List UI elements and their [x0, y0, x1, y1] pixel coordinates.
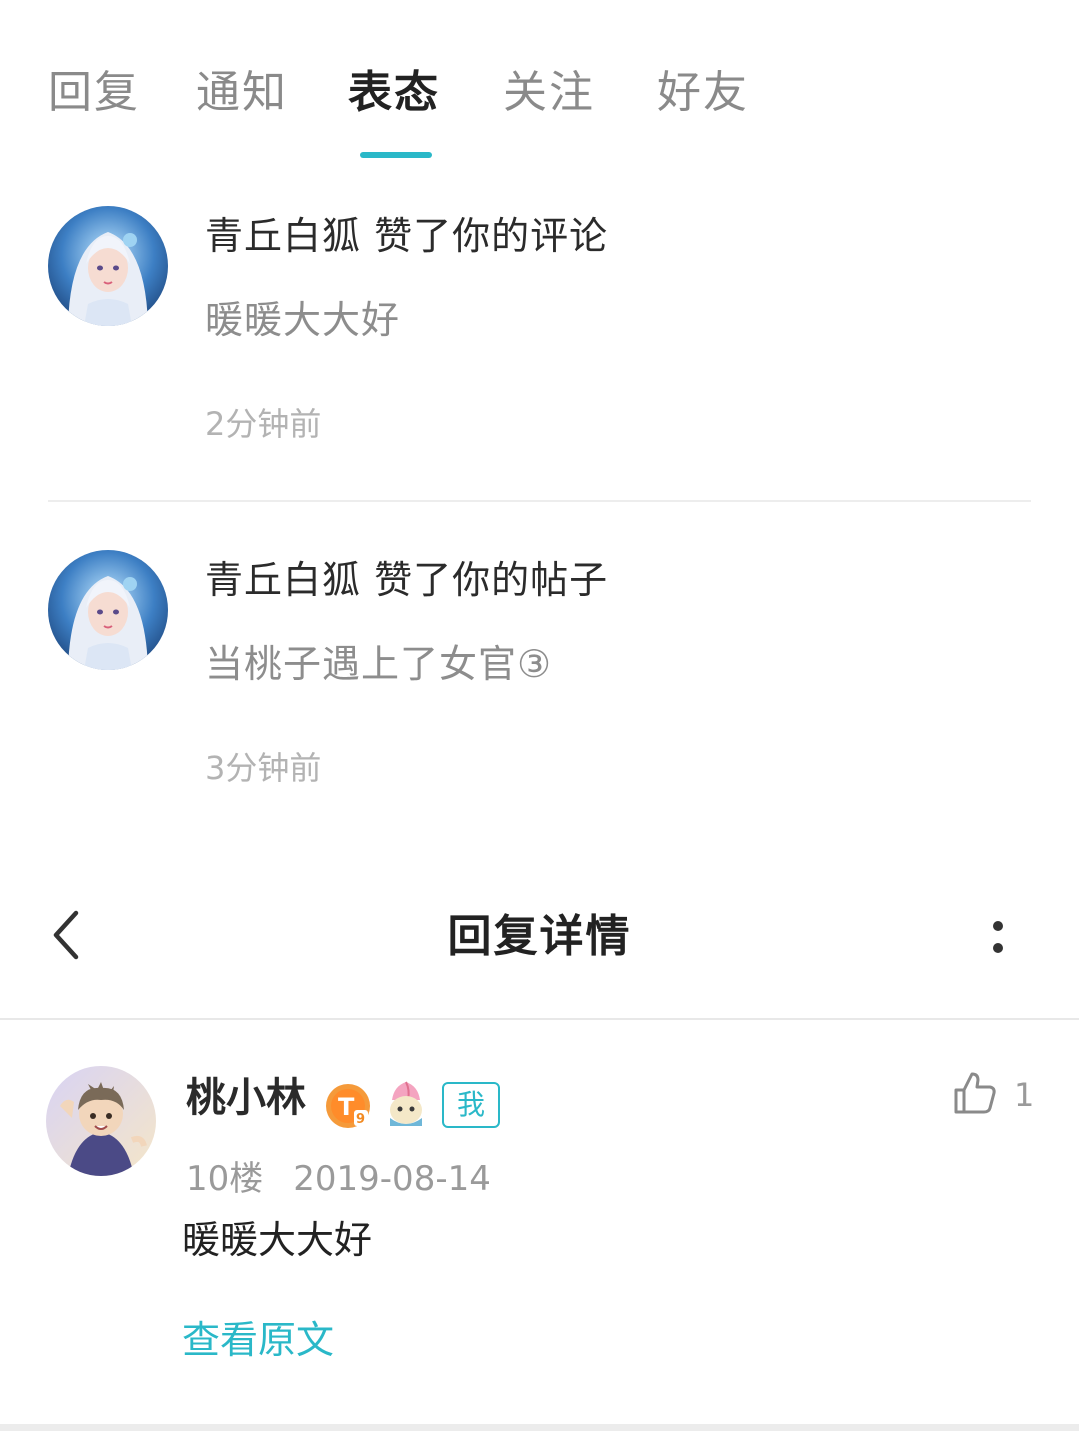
tab-follow[interactable]: 关注 [503, 60, 595, 126]
svg-text:9: 9 [356, 1112, 365, 1127]
peach-pet-icon [382, 1078, 430, 1130]
self-badge: 我 [442, 1082, 500, 1128]
notification-content[interactable]: 当桃子遇上了女官③ [205, 636, 552, 692]
avatar[interactable] [48, 550, 168, 670]
fox-avatar-image [48, 550, 168, 670]
notification-tabs: 回复 通知 表态 关注 好友 [0, 0, 1079, 170]
header-divider [0, 1018, 1079, 1020]
tab-friends[interactable]: 好友 [657, 60, 749, 126]
notification-title: 青丘白狐 赞了你的帖子 [205, 558, 609, 602]
svg-text:T: T [338, 1093, 355, 1121]
notification-time: 2分钟前 [205, 405, 322, 443]
notification-title: 青丘白狐 赞了你的评论 [205, 214, 609, 258]
active-tab-indicator [360, 152, 432, 158]
reply-content: 暖暖大大好 [182, 1218, 373, 1262]
avatar[interactable] [48, 206, 168, 326]
avatar[interactable] [46, 1066, 156, 1176]
notification-content[interactable]: 暖暖大大好 [205, 292, 400, 348]
page-title: 回复详情 [447, 911, 632, 962]
fox-avatar-image [48, 206, 168, 326]
floor-number: 10楼 [186, 1159, 264, 1199]
reply-date: 2019-08-14 [293, 1159, 491, 1199]
reply-meta: 10楼 2019-08-14 [186, 1154, 491, 1204]
reply-detail-header: 回复详情 [0, 880, 1079, 1020]
vertical-dots-icon[interactable] [978, 914, 1018, 964]
level-badge-icon: T 9 [324, 1082, 372, 1130]
tab-notice[interactable]: 通知 [196, 60, 288, 126]
view-original-link[interactable]: 查看原文 [182, 1312, 334, 1368]
user-avatar-image [46, 1066, 156, 1176]
like-count: 1 [1014, 1076, 1035, 1114]
list-divider [48, 500, 1031, 502]
notification-time: 3分钟前 [205, 749, 322, 787]
tab-reactions[interactable]: 表态 [348, 60, 440, 126]
bottom-divider [0, 1424, 1079, 1431]
tab-reply[interactable]: 回复 [48, 60, 140, 126]
reply-username[interactable]: 桃小林 [186, 1070, 306, 1126]
thumbs-up-icon[interactable] [952, 1070, 998, 1116]
